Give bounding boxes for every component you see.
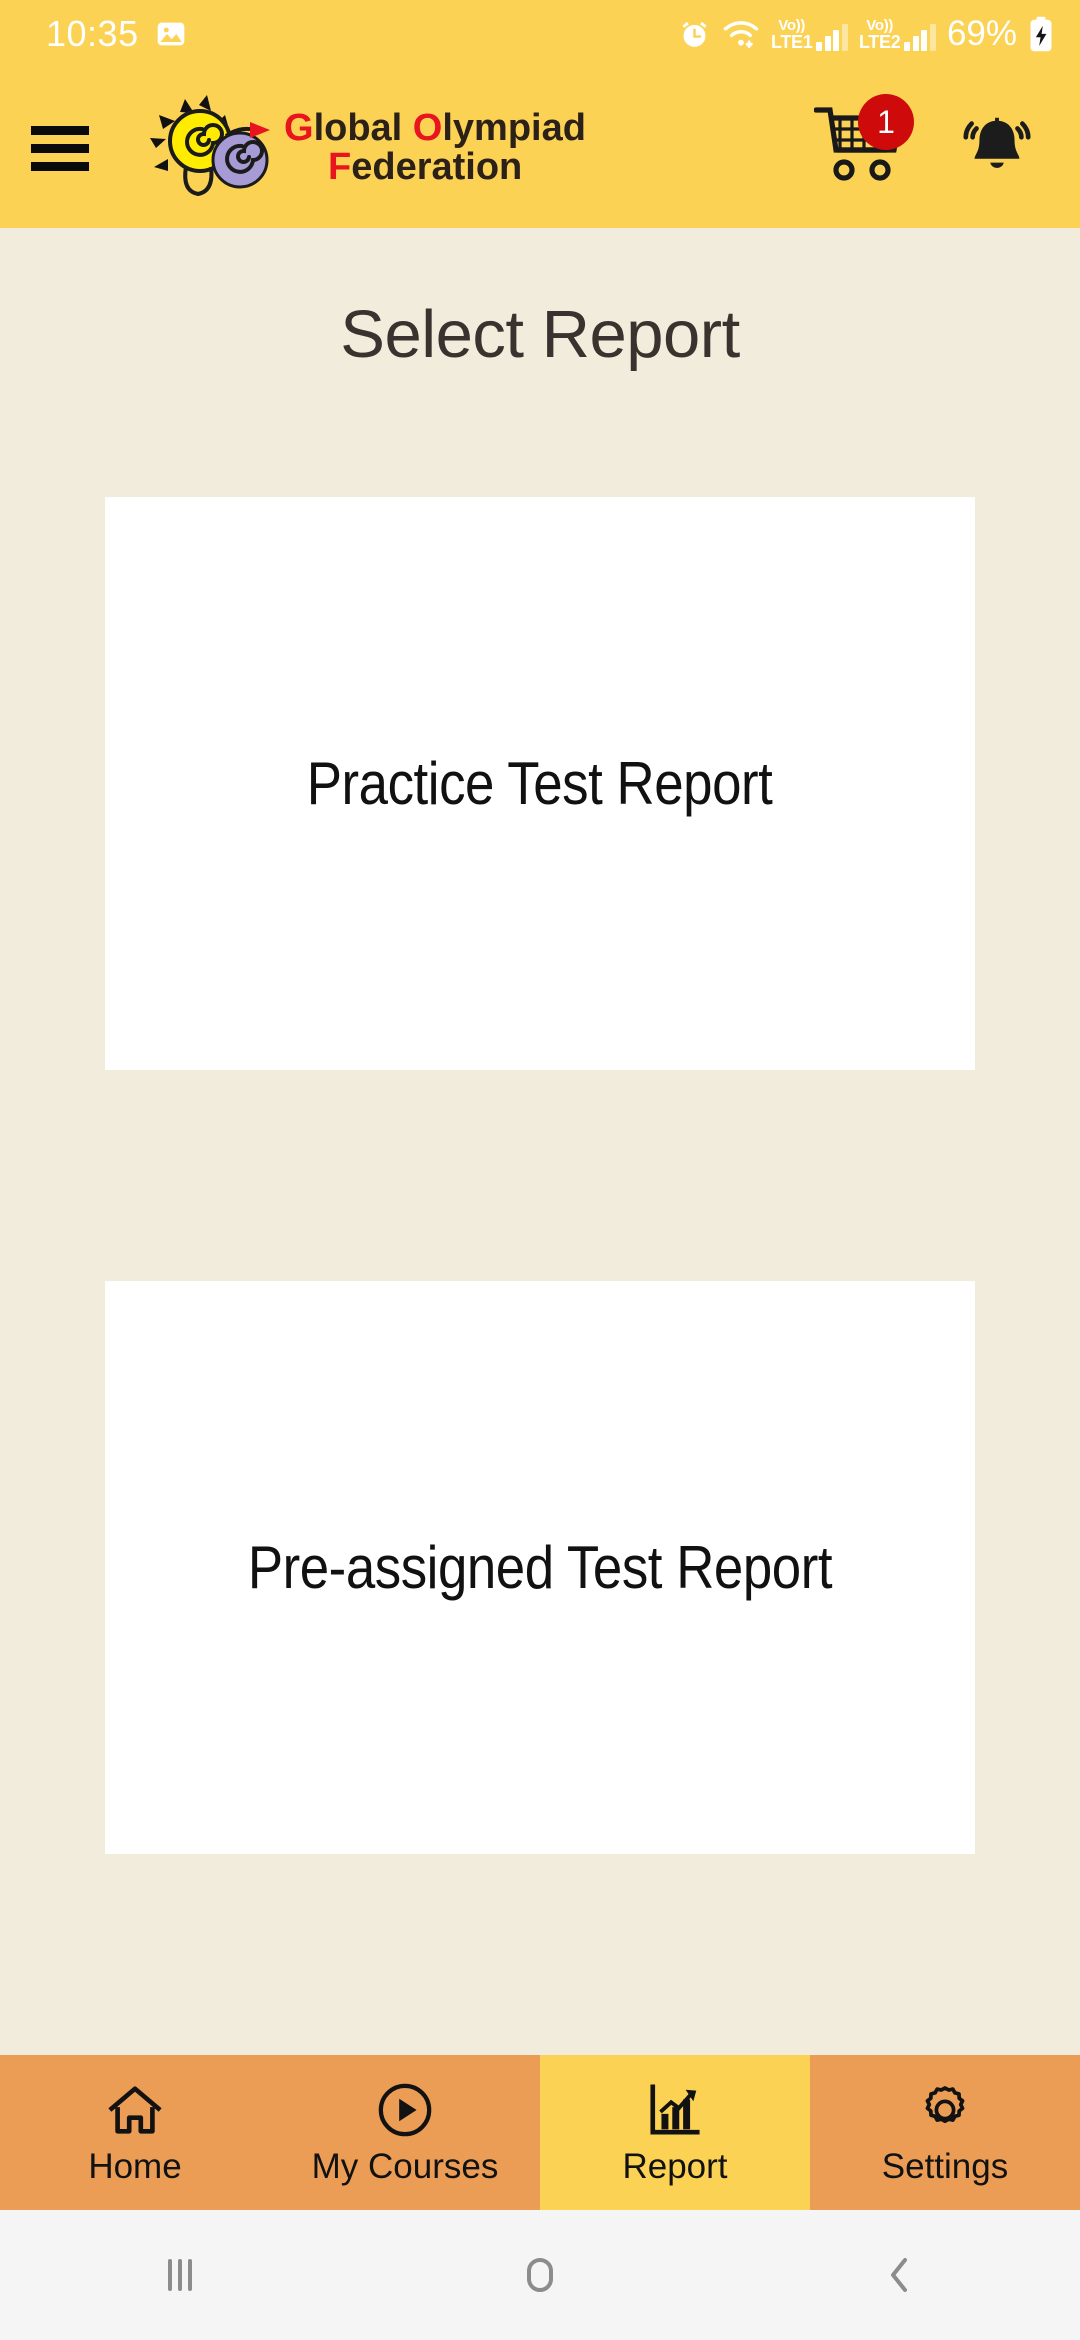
page-title: Select Report [340, 297, 740, 372]
android-system-nav-bar [0, 2210, 1080, 2340]
status-bar-system-icons: Vo)) LTE1 Vo)) LTE2 69% [678, 14, 1054, 54]
lightbulb-spiral-logo-icon [150, 95, 270, 197]
brand-logo: Global Olympiad Federation [130, 89, 586, 207]
brand-lobal: lobal [313, 107, 413, 150]
status-bar-clock: 10:35 [46, 13, 139, 54]
card-label: Pre-assigned Test Report [247, 1534, 833, 1601]
image-icon [157, 22, 184, 46]
bar-chart-icon [646, 2079, 704, 2141]
sim2-volte-label: Vo)) [866, 16, 894, 34]
header-actions: 1 [813, 68, 1080, 228]
battery-percentage: 69% [946, 14, 1017, 53]
tab-home[interactable]: Home [0, 2055, 270, 2210]
app-header: Global Olympiad Federation 1 [0, 68, 1080, 228]
tab-report[interactable]: Report [540, 2055, 810, 2210]
brand-lympiad: lympiad [442, 107, 586, 150]
tab-label: My Courses [311, 2146, 499, 2186]
sim1-signal-bars [816, 23, 848, 51]
tab-my-courses[interactable]: My Courses [270, 2055, 540, 2210]
sim2-signal-bars [904, 23, 936, 51]
cart-badge-count: 1 [858, 94, 914, 150]
gear-icon [917, 2079, 973, 2141]
tab-label: Report [622, 2146, 728, 2186]
battery-charging-icon [1030, 16, 1052, 52]
wifi-icon [723, 20, 759, 48]
recents-icon[interactable] [0, 2253, 360, 2297]
hamburger-menu-icon[interactable] [0, 125, 120, 171]
notification-button[interactable] [958, 109, 1036, 187]
brand-o: O [412, 107, 443, 150]
sim1-network-label: LTE1 [770, 31, 813, 52]
cart-button[interactable]: 1 [813, 94, 914, 194]
play-circle-icon [376, 2079, 434, 2141]
tab-settings[interactable]: Settings [810, 2055, 1080, 2210]
brand-f: F [328, 146, 352, 188]
sim2-network-label: LTE2 [858, 31, 901, 52]
tab-label: Settings [881, 2146, 1009, 2186]
home-icon [106, 2079, 164, 2141]
sim2-signal: Vo)) LTE2 [859, 18, 936, 51]
back-chevron-icon[interactable] [720, 2253, 1080, 2297]
app-screen: 10:35 Vo)) LTE1 Vo)) LTE2 69% Global Oly… [0, 0, 1080, 2340]
brand-line-2: Federation [328, 148, 586, 187]
content-area: Select Report Practice Test Report Pre-a… [0, 228, 1080, 2055]
alarm-icon [682, 21, 707, 47]
bottom-tab-bar: Home My Courses Report Settings [0, 2055, 1080, 2210]
card-label: Practice Test Report [307, 750, 773, 817]
brand-g: G [284, 107, 314, 150]
brand-ederation: ederation [351, 146, 523, 188]
status-bar: 10:35 Vo)) LTE1 Vo)) LTE2 69% [0, 0, 1080, 68]
sim1-volte-label: Vo)) [778, 16, 806, 34]
pre-assigned-test-report-card[interactable]: Pre-assigned Test Report [105, 1281, 975, 1854]
sim1-signal: Vo)) LTE1 [771, 18, 848, 51]
practice-test-report-card[interactable]: Practice Test Report [105, 497, 975, 1070]
status-bar-notification-icons [155, 18, 187, 50]
notification-bell-icon [963, 117, 1031, 169]
tab-label: Home [88, 2146, 182, 2186]
home-square-icon[interactable] [360, 2253, 720, 2297]
brand-line-1: Global Olympiad [284, 109, 586, 148]
